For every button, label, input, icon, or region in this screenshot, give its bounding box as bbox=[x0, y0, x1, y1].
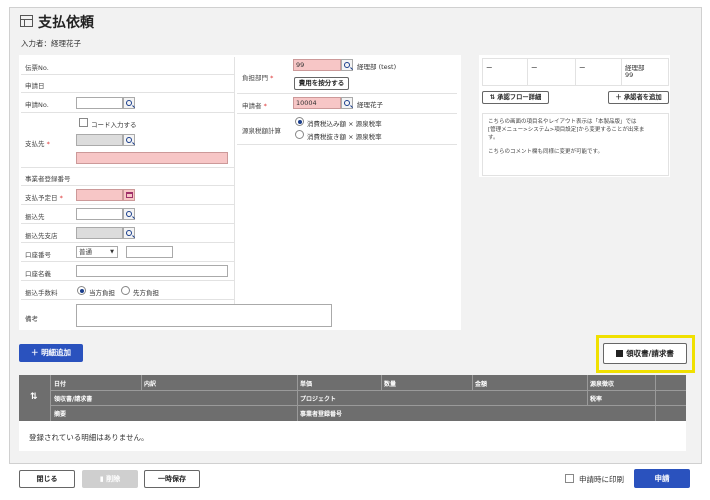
close-button[interactable]: 閉じる bbox=[19, 470, 75, 488]
code-input-checkbox[interactable] bbox=[79, 118, 88, 127]
col-unit-price: 単価 bbox=[300, 381, 313, 388]
calendar-button[interactable] bbox=[123, 189, 135, 201]
approval-flow-button[interactable]: ⇅ 承認フロー詳細 bbox=[482, 91, 549, 104]
approval-cell-1: ー bbox=[486, 64, 493, 72]
fee-ours-radio[interactable] bbox=[77, 286, 86, 295]
wht-excl-radio[interactable] bbox=[295, 130, 304, 139]
approval-cell-3: ー bbox=[579, 64, 586, 72]
col-amount: 金額 bbox=[475, 381, 488, 388]
search-icon bbox=[126, 100, 132, 106]
detail-table-header bbox=[19, 375, 686, 421]
payee-search-button[interactable] bbox=[123, 134, 135, 146]
col-project: プロジェクト bbox=[300, 396, 337, 403]
bank-branch-input[interactable] bbox=[76, 227, 123, 239]
pay-due-label: 支払予定日 * bbox=[25, 194, 63, 202]
dept-label: 負担部門 * bbox=[242, 74, 274, 82]
sort-icon[interactable]: ⇅ bbox=[30, 392, 38, 402]
empty-message: 登録されている明細はありません。 bbox=[29, 433, 149, 442]
apply-no-label: 申請No. bbox=[25, 101, 49, 109]
search-icon bbox=[344, 100, 350, 106]
payee-name-input[interactable] bbox=[76, 152, 228, 164]
bank-search-button[interactable] bbox=[123, 208, 135, 220]
payee-code-input[interactable] bbox=[76, 134, 123, 146]
add-detail-button[interactable]: ＋ 明細追加 bbox=[19, 344, 83, 362]
account-no-input[interactable] bbox=[126, 246, 173, 258]
applicant-name: 経理花子 bbox=[357, 101, 383, 109]
plus-icon: ＋ bbox=[30, 348, 42, 357]
account-type-select[interactable]: 普通 ▼ bbox=[76, 246, 118, 258]
applicant-label: 申請者 * bbox=[242, 102, 267, 110]
bank-label: 振込先 bbox=[25, 213, 45, 221]
slip-no-label: 伝票No. bbox=[25, 64, 49, 72]
wht-excl-label: 消費税抜き額 × 源泉税率 bbox=[307, 133, 382, 141]
table-icon bbox=[20, 15, 33, 27]
col-quantity: 数量 bbox=[384, 381, 397, 388]
col-receipt: 領収書/請求書 bbox=[54, 396, 93, 403]
account-name-label: 口座名義 bbox=[25, 270, 51, 278]
apply-date-label: 申請日 bbox=[25, 82, 45, 90]
bank-branch-label: 振込先支店 bbox=[25, 232, 58, 240]
receipt-invoice-button[interactable]: 領収書/請求書 bbox=[603, 343, 687, 364]
code-input-label: コード入力する bbox=[91, 121, 137, 129]
search-icon bbox=[344, 62, 350, 68]
print-label: 申請時に印刷 bbox=[579, 475, 624, 484]
split-cost-button[interactable]: 費用を按分する bbox=[294, 77, 349, 90]
biz-reg-no-label: 事業者登録番号 bbox=[25, 175, 71, 183]
applicant-search-button[interactable] bbox=[341, 97, 353, 109]
submit-button[interactable]: 申請 bbox=[634, 469, 690, 488]
chevron-down-icon: ▼ bbox=[110, 249, 114, 255]
account-name-input[interactable] bbox=[76, 265, 228, 277]
wht-label: 源泉税額計算 bbox=[242, 127, 281, 135]
dept-name: 経理部 (test) bbox=[357, 63, 397, 71]
apply-no-input[interactable] bbox=[76, 97, 123, 109]
applicant-code-input[interactable]: 10004 bbox=[293, 97, 341, 109]
bank-input[interactable] bbox=[76, 208, 123, 220]
approval-note: こちらの画面の項目名やレイアウト表示は「本製品版」では [管理メニュー>システム… bbox=[482, 113, 669, 176]
payee-label: 支払先 * bbox=[25, 140, 50, 148]
calendar-icon bbox=[126, 192, 133, 198]
search-icon bbox=[126, 137, 132, 143]
bank-branch-search-button[interactable] bbox=[123, 227, 135, 239]
search-icon bbox=[126, 211, 132, 217]
add-approver-button[interactable]: ＋ 承認者を追加 bbox=[608, 91, 669, 104]
entrant-label: 入力者：経理花子 bbox=[21, 39, 81, 48]
dept-code-input[interactable]: 99 bbox=[293, 59, 341, 71]
col-breakdown: 内訳 bbox=[144, 381, 157, 388]
document-icon bbox=[616, 350, 624, 357]
search-icon bbox=[126, 230, 132, 236]
dept-search-button[interactable] bbox=[341, 59, 353, 71]
col-summary: 摘要 bbox=[54, 411, 67, 418]
fee-label: 振込手数料 bbox=[25, 289, 58, 297]
page-title: 支払依頼 bbox=[38, 15, 94, 31]
col-withholding: 源泉徴収 bbox=[590, 381, 615, 388]
print-checkbox[interactable] bbox=[565, 474, 574, 483]
delete-button[interactable]: ▮ 削除 bbox=[82, 470, 138, 488]
notes-textarea[interactable] bbox=[76, 304, 332, 327]
col-date: 日付 bbox=[54, 381, 67, 388]
account-no-label: 口座番号 bbox=[25, 251, 51, 259]
plus-icon: ＋ bbox=[615, 94, 624, 101]
fee-theirs-label: 先方負担 bbox=[133, 289, 159, 297]
col-biz-reg-no: 事業者登録番号 bbox=[300, 411, 343, 418]
approval-final-code: 99 bbox=[625, 71, 634, 79]
apply-no-search-button[interactable] bbox=[123, 97, 135, 109]
col-tax-rate: 税率 bbox=[590, 396, 603, 403]
wht-incl-radio[interactable] bbox=[295, 117, 304, 126]
fee-ours-label: 当方負担 bbox=[89, 289, 115, 297]
fee-theirs-radio[interactable] bbox=[121, 286, 130, 295]
temp-save-button[interactable]: 一時保存 bbox=[144, 470, 200, 488]
wht-incl-label: 消費税込み額 × 源泉税率 bbox=[307, 120, 382, 128]
notes-label: 備考 bbox=[25, 315, 38, 323]
pay-due-input[interactable] bbox=[76, 189, 123, 201]
approval-cell-2: ー bbox=[531, 64, 538, 72]
